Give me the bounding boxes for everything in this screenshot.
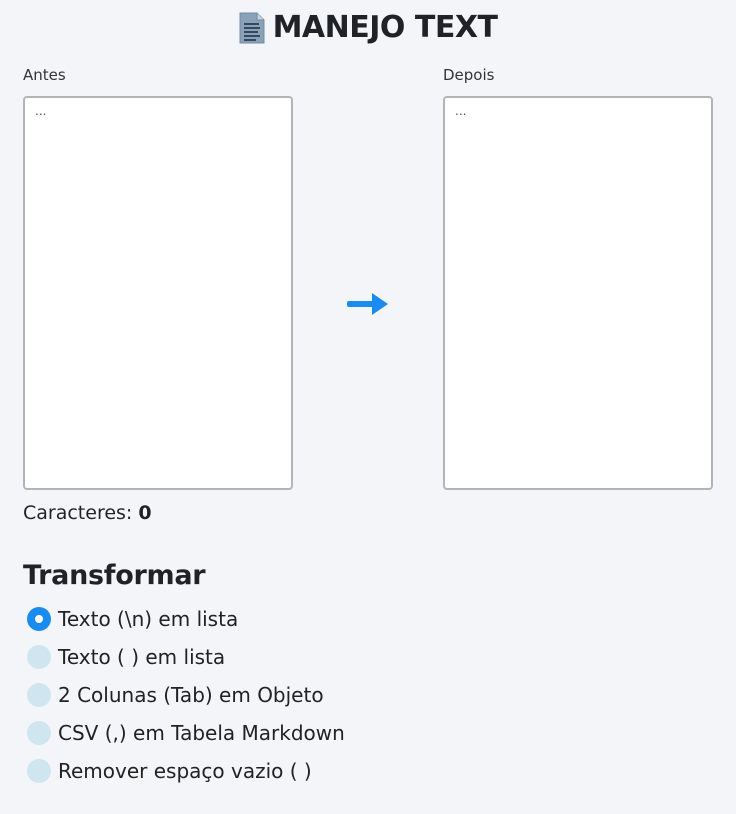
- document-icon: [239, 12, 265, 44]
- before-label: Antes: [23, 66, 66, 84]
- transform-option[interactable]: Texto ( ) em lista: [27, 638, 345, 676]
- after-textarea[interactable]: [443, 96, 713, 490]
- radio-button[interactable]: [27, 683, 51, 707]
- transform-options: Texto (\n) em lista Texto ( ) em lista 2…: [27, 600, 345, 790]
- before-textarea[interactable]: [23, 96, 293, 490]
- app-root: MANEJO TEXT Antes Depois Caracteres: 0 T…: [0, 0, 736, 814]
- option-label: CSV (,) em Tabela Markdown: [58, 721, 345, 745]
- option-label: Texto ( ) em lista: [58, 645, 226, 669]
- transform-option[interactable]: Texto (\n) em lista: [27, 600, 345, 638]
- arrow-right-icon: [347, 293, 388, 315]
- transform-option[interactable]: Remover espaço vazio ( ): [27, 752, 345, 790]
- option-label: 2 Colunas (Tab) em Objeto: [58, 683, 324, 707]
- character-counter: Caracteres: 0: [23, 502, 152, 524]
- radio-button[interactable]: [27, 645, 51, 669]
- option-label: Remover espaço vazio ( ): [58, 759, 312, 783]
- page-title: MANEJO TEXT: [272, 10, 498, 45]
- transform-option[interactable]: 2 Colunas (Tab) em Objeto: [27, 676, 345, 714]
- radio-button[interactable]: [27, 721, 51, 745]
- after-label: Depois: [443, 66, 495, 84]
- transform-title: Transformar: [23, 560, 206, 591]
- radio-button-checked[interactable]: [27, 607, 51, 631]
- transform-option[interactable]: CSV (,) em Tabela Markdown: [27, 714, 345, 752]
- counter-value: 0: [138, 502, 152, 524]
- option-label: Texto (\n) em lista: [58, 607, 239, 631]
- counter-label: Caracteres:: [23, 502, 133, 524]
- radio-button[interactable]: [27, 759, 51, 783]
- page-header: MANEJO TEXT: [0, 10, 736, 45]
